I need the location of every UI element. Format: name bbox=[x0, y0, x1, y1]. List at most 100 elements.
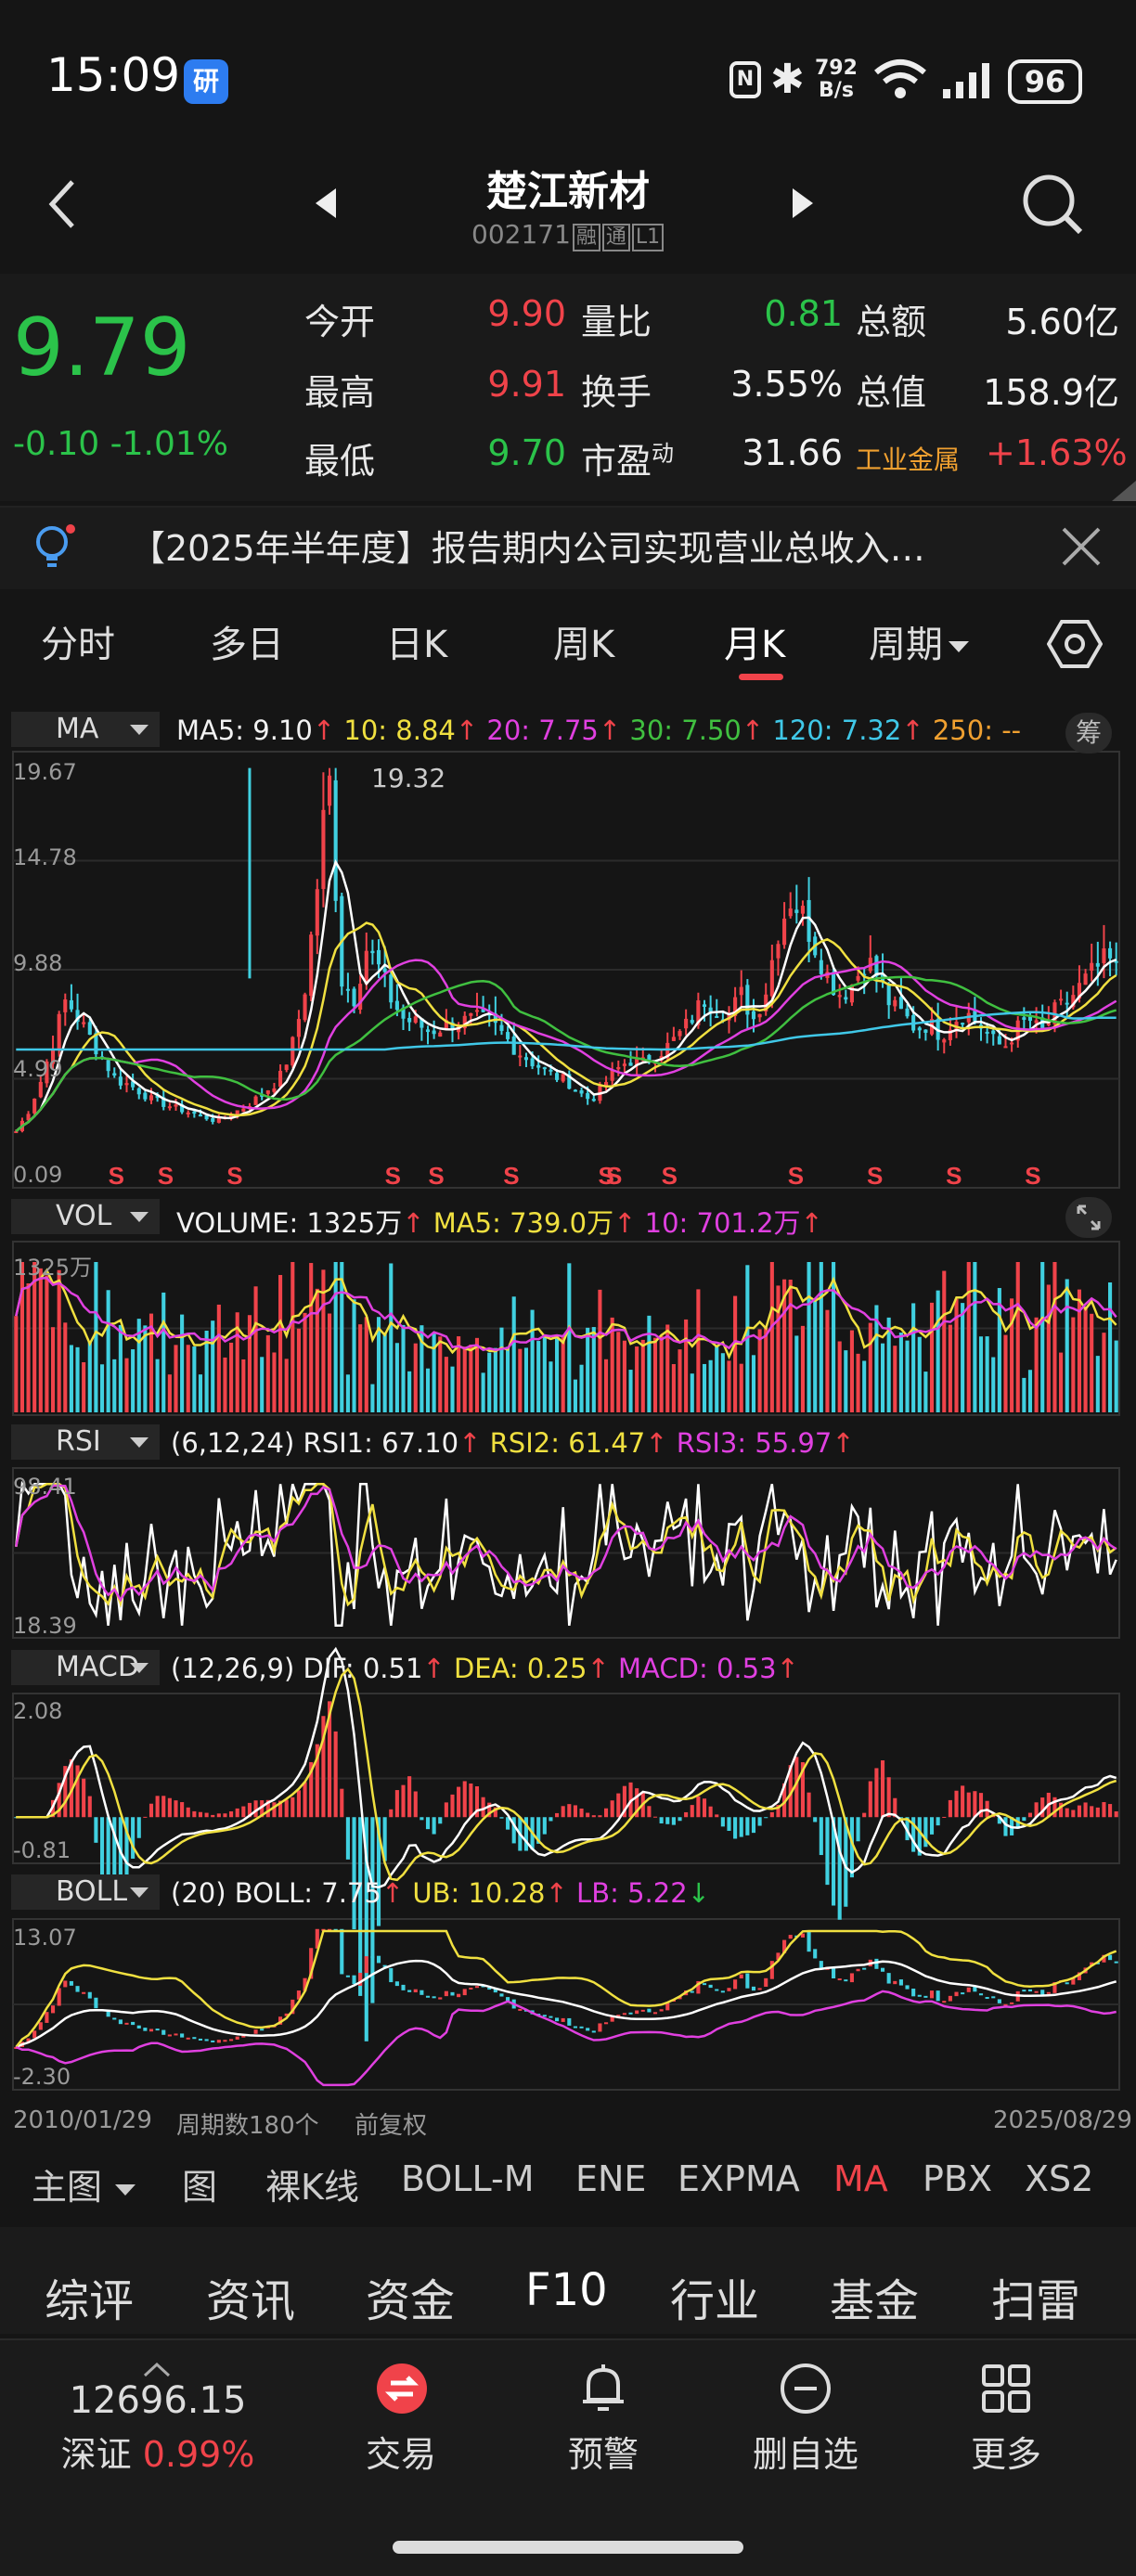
kline-chart-area[interactable]: SSSSSSSSSSSSS bbox=[0, 698, 1136, 2145]
volume-bar bbox=[198, 1374, 203, 1412]
macd-bar bbox=[99, 1817, 105, 1881]
tab-period-label: 周期 bbox=[869, 624, 943, 666]
macd-bar bbox=[87, 1796, 92, 1818]
tab-review[interactable]: 综评 bbox=[45, 2264, 134, 2329]
index-line[interactable]: 深证 0.99% bbox=[37, 2426, 278, 2477]
macd-bar bbox=[573, 1805, 577, 1818]
close-icon[interactable] bbox=[1060, 525, 1103, 568]
candle-body bbox=[278, 1071, 283, 1088]
candle-body bbox=[886, 984, 891, 1006]
tab-f10[interactable]: F10 bbox=[525, 2264, 608, 2316]
toolbar-pbx[interactable]: PBX bbox=[923, 2158, 992, 2199]
macd-bar bbox=[82, 1778, 86, 1818]
boll-candle bbox=[63, 1980, 68, 1988]
ma-ytick-4: 0.09 bbox=[13, 1162, 63, 1188]
boll-candle bbox=[469, 1987, 473, 1990]
candle-body bbox=[561, 1074, 565, 1082]
tab-funds-flow[interactable]: 资金 bbox=[366, 2264, 455, 2329]
tab-fund[interactable]: 基金 bbox=[830, 2264, 919, 2329]
index-expand-icon[interactable] bbox=[143, 2363, 171, 2377]
vol-selector[interactable]: VOL bbox=[11, 1199, 160, 1234]
candle-body bbox=[616, 1066, 621, 1070]
tab-daily-k[interactable]: 日K bbox=[386, 614, 447, 668]
sell-signal: S bbox=[503, 1162, 519, 1190]
candle-body bbox=[321, 809, 326, 889]
trade-label[interactable]: 交易 bbox=[345, 2426, 457, 2477]
toolbar-expma[interactable]: EXPMA bbox=[678, 2158, 800, 2199]
volume-bar bbox=[942, 1270, 947, 1412]
settings-hexagon-icon[interactable] bbox=[1047, 618, 1103, 670]
tab-multiday[interactable]: 多日 bbox=[210, 614, 284, 668]
value-volume-ratio: 0.81 bbox=[764, 293, 843, 334]
boll-value: BOLL: 7.75 bbox=[234, 1877, 381, 1909]
search-icon[interactable] bbox=[1021, 173, 1086, 238]
toolbar-naked-k[interactable]: 裸K线 bbox=[265, 2158, 359, 2209]
macd-bar bbox=[340, 1788, 344, 1818]
volume-bar bbox=[57, 1269, 61, 1412]
volume-bar bbox=[1003, 1334, 1008, 1412]
boll-candle bbox=[923, 1995, 928, 1998]
network-speed-unit: B/s bbox=[819, 79, 854, 102]
more-grid-icon[interactable] bbox=[980, 2363, 1032, 2415]
ma30-arrow: ↑ bbox=[741, 715, 765, 746]
macd-bar bbox=[739, 1817, 743, 1837]
volume-bar bbox=[622, 1340, 626, 1412]
tab-news[interactable]: 资讯 bbox=[206, 2264, 295, 2329]
macd-bar bbox=[880, 1760, 885, 1818]
boll-candle bbox=[911, 1989, 916, 1997]
toolbar-sub-chart[interactable]: 图 bbox=[182, 2158, 217, 2209]
remove-watchlist-icon[interactable] bbox=[780, 2363, 832, 2415]
volume-bar bbox=[844, 1350, 848, 1412]
volume-bar bbox=[1034, 1317, 1039, 1412]
toolbar-main-chart[interactable]: 主图 bbox=[32, 2158, 136, 2209]
macd-bar bbox=[659, 1817, 664, 1823]
expand-button[interactable] bbox=[1065, 1197, 1112, 1238]
news-headline[interactable]: 【2025年半年度】报告期内公司实现营业总收入… bbox=[130, 520, 1039, 571]
kline-chart-svg[interactable]: S S S S S S SS S S S S S bbox=[0, 698, 1136, 2145]
candle-body bbox=[800, 906, 806, 914]
toolbar-ene[interactable]: ENE bbox=[575, 2158, 646, 2199]
boll-candle bbox=[376, 1955, 381, 1964]
toolbar-xs2[interactable]: XS2 bbox=[1025, 2158, 1093, 2199]
sell-signal: S bbox=[606, 1162, 622, 1190]
vol-legend: VOLUME: 1325万↑ MA5: 739.0万↑ 10: 701.2万↑ bbox=[176, 1202, 823, 1241]
macd-legend: (12,26,9) DIF: 0.51↑ DEA: 0.25↑ MACD: 0.… bbox=[171, 1653, 799, 1684]
boll-candle bbox=[874, 1958, 879, 1969]
tab-intraday[interactable]: 分时 bbox=[41, 614, 115, 668]
volume-bar bbox=[223, 1357, 227, 1412]
boll-selector[interactable]: BOLL bbox=[11, 1874, 160, 1910]
trade-icon[interactable] bbox=[376, 2363, 428, 2415]
volume-bar bbox=[905, 1340, 910, 1412]
change-value: -0.10 bbox=[13, 425, 100, 463]
boll-candle bbox=[75, 1986, 80, 1992]
volume-bar bbox=[155, 1359, 160, 1412]
tab-period-dropdown[interactable]: 周期 bbox=[869, 614, 969, 668]
alert-label[interactable]: 预警 bbox=[548, 2426, 659, 2477]
tab-risk-scan[interactable]: 扫雷 bbox=[991, 2264, 1080, 2329]
candle-body bbox=[991, 1030, 996, 1035]
value-open: 9.90 bbox=[487, 293, 566, 334]
candle-body bbox=[296, 1019, 301, 1037]
chip-distribution-button[interactable]: 筹 bbox=[1065, 713, 1112, 753]
volume-bar bbox=[961, 1303, 965, 1412]
tab-industry[interactable]: 行业 bbox=[670, 2264, 759, 2329]
boll-candle bbox=[352, 1975, 356, 1985]
toolbar-boll-m[interactable]: BOLL-M bbox=[401, 2158, 534, 2199]
remove-watchlist-label[interactable]: 删自选 bbox=[741, 2426, 871, 2477]
index-value[interactable]: 12696.15 bbox=[37, 2379, 278, 2422]
industry-name[interactable]: 工业金属 bbox=[856, 440, 960, 477]
candle-body bbox=[684, 1018, 689, 1029]
ma-selector[interactable]: MA bbox=[11, 712, 160, 747]
toolbar-ma[interactable]: MA bbox=[833, 2158, 888, 2199]
more-label[interactable]: 更多 bbox=[950, 2426, 1062, 2477]
volume-bar bbox=[573, 1379, 577, 1412]
boll-candle bbox=[727, 1988, 731, 1991]
bell-icon[interactable] bbox=[579, 2361, 627, 2416]
home-indicator[interactable] bbox=[393, 2541, 743, 2554]
macd-selector[interactable]: MACD bbox=[11, 1650, 160, 1685]
macd-bar bbox=[948, 1799, 952, 1818]
rsi-selector[interactable]: RSI bbox=[11, 1424, 160, 1460]
tab-monthly-k[interactable]: 月K bbox=[724, 614, 785, 668]
volume-bar bbox=[659, 1335, 664, 1412]
tab-weekly-k[interactable]: 周K bbox=[553, 614, 614, 668]
